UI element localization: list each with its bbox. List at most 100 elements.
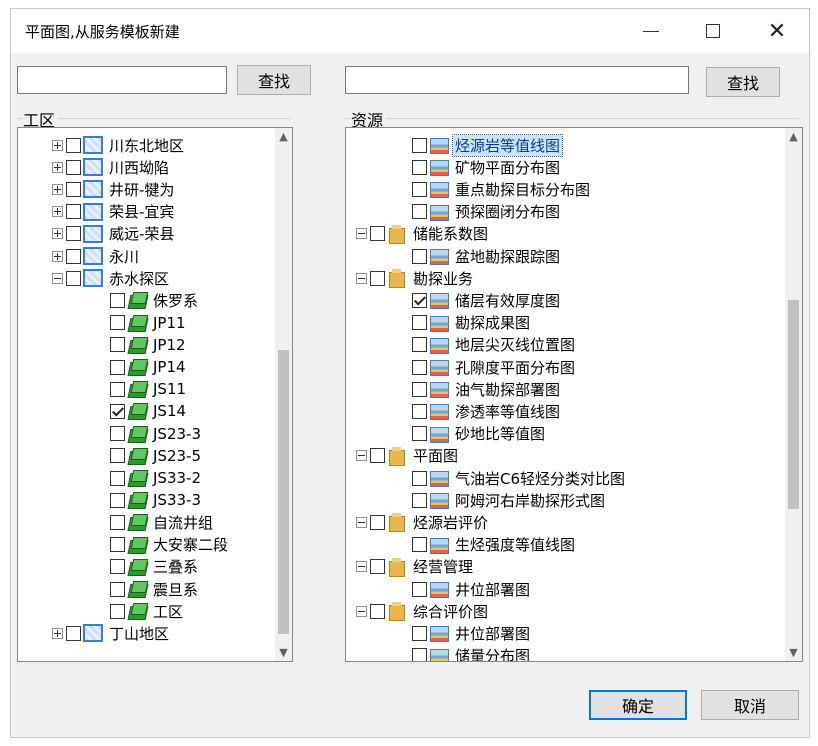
item-checkbox[interactable] bbox=[412, 359, 427, 375]
tree-item[interactable]: 预探圈闭分布图 bbox=[398, 201, 562, 223]
collapse-icon[interactable] bbox=[356, 450, 367, 462]
tree-item[interactable]: JP14 bbox=[96, 356, 188, 378]
item-checkbox[interactable] bbox=[412, 381, 427, 397]
item-checkbox[interactable] bbox=[412, 204, 427, 220]
item-checkbox[interactable] bbox=[110, 514, 125, 530]
collapse-icon[interactable] bbox=[356, 561, 367, 573]
tree-item[interactable]: 孔隙度平面分布图 bbox=[398, 356, 577, 378]
item-checkbox[interactable] bbox=[110, 426, 125, 442]
close-button[interactable]: ✕ bbox=[747, 9, 807, 53]
scroll-up-icon[interactable]: ▲ bbox=[785, 128, 802, 145]
tree-item[interactable]: 三叠系 bbox=[96, 556, 200, 578]
tree-item[interactable]: 烃源岩评价 bbox=[356, 511, 490, 533]
tree-item[interactable]: 气油岩C6轻烃分类对比图 bbox=[398, 467, 627, 489]
tree-item[interactable]: 大安寨二段 bbox=[96, 534, 230, 556]
tree-item[interactable]: 储量分布图 bbox=[398, 645, 532, 661]
expand-icon[interactable] bbox=[52, 228, 63, 240]
tree-item[interactable]: 荣县-宜宾 bbox=[52, 201, 176, 223]
tree-item[interactable]: 井研-犍为 bbox=[52, 178, 176, 200]
item-checkbox[interactable] bbox=[110, 581, 125, 597]
item-checkbox[interactable] bbox=[66, 137, 81, 153]
tree-item[interactable]: JS11 bbox=[96, 378, 188, 400]
item-checkbox[interactable] bbox=[66, 226, 81, 242]
tree-item[interactable]: 赤水探区 bbox=[52, 267, 171, 289]
tree-item[interactable]: 井位部署图 bbox=[398, 578, 532, 600]
right-search-input[interactable] bbox=[345, 66, 689, 94]
tree-item[interactable]: 储能系数图 bbox=[356, 223, 490, 245]
tree-item[interactable]: 重点勘探目标分布图 bbox=[398, 178, 592, 200]
left-scrollbar[interactable]: ▲ ▼ bbox=[275, 128, 292, 661]
tree-item[interactable]: 侏罗系 bbox=[96, 289, 200, 311]
collapse-icon[interactable] bbox=[356, 272, 367, 284]
item-checkbox[interactable] bbox=[412, 648, 427, 661]
item-checkbox[interactable] bbox=[370, 514, 385, 530]
tree-item[interactable]: 平面图 bbox=[356, 445, 460, 467]
tree-item[interactable]: 矿物平面分布图 bbox=[398, 156, 562, 178]
collapse-icon[interactable] bbox=[356, 516, 367, 528]
item-checkbox[interactable] bbox=[412, 403, 427, 419]
tree-item[interactable]: JP11 bbox=[96, 312, 188, 334]
tree-item[interactable]: 丁山地区 bbox=[52, 622, 171, 644]
tree-item[interactable]: JP12 bbox=[96, 334, 188, 356]
item-checkbox[interactable] bbox=[110, 448, 125, 464]
item-checkbox[interactable] bbox=[412, 137, 427, 153]
item-checkbox[interactable] bbox=[110, 559, 125, 575]
item-checkbox[interactable] bbox=[370, 559, 385, 575]
left-tree-view[interactable]: ▲ ▼ 川东北地区 川西坳陷 井研-犍为 荣县-宜宾 威远-荣县 永川 赤水探区 侏罗系 JP1… bbox=[17, 127, 293, 662]
item-checkbox[interactable] bbox=[412, 159, 427, 175]
item-checkbox[interactable] bbox=[412, 625, 427, 641]
item-checkbox[interactable] bbox=[412, 337, 427, 353]
tree-item[interactable]: 勘探成果图 bbox=[398, 312, 532, 334]
item-checkbox[interactable] bbox=[370, 603, 385, 619]
expand-icon[interactable] bbox=[52, 139, 63, 151]
ok-button[interactable]: 确定 bbox=[589, 690, 687, 720]
tree-item[interactable]: 阿姆河右岸勘探形式图 bbox=[398, 489, 607, 511]
collapse-icon[interactable] bbox=[356, 228, 367, 240]
tree-item[interactable]: 烃源岩等值线图 bbox=[398, 133, 564, 157]
item-checkbox[interactable] bbox=[412, 181, 427, 197]
right-search-button[interactable]: 查找 bbox=[706, 67, 780, 97]
tree-item[interactable]: 综合评价图 bbox=[356, 600, 490, 622]
expand-icon[interactable] bbox=[52, 161, 63, 173]
tree-item[interactable]: 渗透率等值线图 bbox=[398, 400, 562, 422]
item-checkbox[interactable] bbox=[110, 470, 125, 486]
item-checkbox[interactable] bbox=[110, 292, 125, 308]
item-checkbox[interactable] bbox=[412, 581, 427, 597]
tree-item[interactable]: JS23-3 bbox=[96, 423, 203, 445]
tree-item[interactable]: JS23-5 bbox=[96, 445, 203, 467]
right-scrollbar-thumb[interactable] bbox=[788, 299, 799, 510]
item-checkbox[interactable] bbox=[370, 270, 385, 286]
item-checkbox[interactable] bbox=[110, 492, 125, 508]
tree-item[interactable]: 勘探业务 bbox=[356, 267, 475, 289]
item-checkbox[interactable] bbox=[110, 337, 125, 353]
tree-item[interactable]: 砂地比等值图 bbox=[398, 423, 547, 445]
tree-item[interactable]: JS14 bbox=[96, 400, 188, 422]
left-search-button[interactable]: 查找 bbox=[237, 65, 311, 95]
scroll-down-icon[interactable]: ▼ bbox=[785, 644, 802, 661]
minimize-button[interactable] bbox=[621, 9, 681, 53]
item-checkbox[interactable] bbox=[110, 381, 125, 397]
item-checkbox[interactable] bbox=[412, 292, 427, 308]
tree-item[interactable]: 盆地勘探跟踪图 bbox=[398, 245, 562, 267]
scroll-up-icon[interactable]: ▲ bbox=[275, 128, 292, 145]
item-checkbox[interactable] bbox=[66, 625, 81, 641]
tree-item[interactable]: 地层尖灭线位置图 bbox=[398, 334, 577, 356]
maximize-button[interactable] bbox=[683, 9, 743, 53]
item-checkbox[interactable] bbox=[370, 226, 385, 242]
item-checkbox[interactable] bbox=[412, 537, 427, 553]
item-checkbox[interactable] bbox=[66, 248, 81, 264]
item-checkbox[interactable] bbox=[412, 248, 427, 264]
expand-icon[interactable] bbox=[52, 206, 63, 218]
tree-item[interactable]: 井位部署图 bbox=[398, 622, 532, 644]
tree-item[interactable]: 川东北地区 bbox=[52, 134, 186, 156]
tree-item[interactable]: 震旦系 bbox=[96, 578, 200, 600]
item-checkbox[interactable] bbox=[66, 270, 81, 286]
scroll-down-icon[interactable]: ▼ bbox=[275, 644, 292, 661]
tree-item[interactable]: 经营管理 bbox=[356, 556, 475, 578]
expand-icon[interactable] bbox=[52, 250, 63, 262]
collapse-icon[interactable] bbox=[52, 272, 63, 284]
item-checkbox[interactable] bbox=[110, 603, 125, 619]
item-checkbox[interactable] bbox=[110, 537, 125, 553]
item-checkbox[interactable] bbox=[370, 448, 385, 464]
tree-item[interactable]: JS33-3 bbox=[96, 489, 203, 511]
